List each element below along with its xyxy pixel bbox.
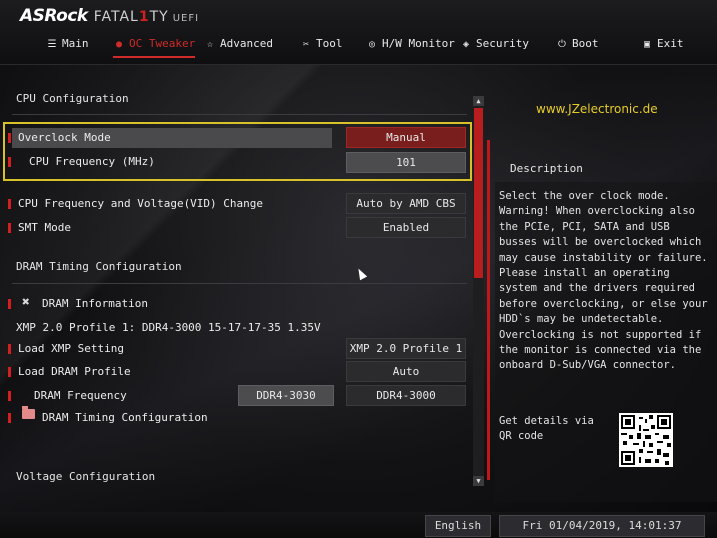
- tab-boot[interactable]: ⏻ Boot: [556, 34, 598, 56]
- exit-icon: ▣: [643, 39, 651, 50]
- smt-mode-select[interactable]: Enabled: [346, 217, 466, 238]
- power-icon: ⏻: [558, 39, 566, 50]
- divider: [12, 283, 467, 284]
- section-voltage-configuration: Voltage Configuration: [16, 470, 156, 483]
- tool-icon: ✂: [302, 39, 310, 50]
- row-marker: [8, 413, 11, 423]
- divider: [12, 114, 467, 115]
- row-marker: [8, 133, 11, 143]
- row-marker: [8, 344, 11, 354]
- section-dram-timing: DRAM Timing Configuration: [16, 260, 182, 273]
- description-title: Description: [510, 162, 583, 175]
- qr-code: [619, 413, 673, 467]
- accent-line: [487, 140, 490, 480]
- xmp-info-row: XMP 2.0 Profile 1: DDR4-3000 15-17-17-35…: [0, 318, 470, 338]
- row-marker: [8, 199, 11, 209]
- section-cpu-configuration: CPU Configuration: [16, 92, 129, 105]
- dram-frequency-label: DRAM Frequency: [34, 389, 127, 402]
- dram-frequency-select[interactable]: DDR4-3000: [346, 385, 466, 406]
- load-xmp-select[interactable]: XMP 2.0 Profile 1: [346, 338, 466, 359]
- list-icon: ☰: [47, 39, 57, 50]
- tab-advanced[interactable]: ☆ Advanced: [204, 34, 273, 56]
- shield-icon: ◈: [462, 39, 470, 50]
- tab-security[interactable]: ◈ Security: [460, 34, 529, 56]
- row-marker: [8, 223, 11, 233]
- qr-hint-text: Get details via QR code: [499, 415, 594, 443]
- tools-icon: ✖: [22, 295, 30, 310]
- load-dram-profile-select[interactable]: Auto: [346, 361, 466, 382]
- cpu-frequency-label: CPU Frequency (MHz): [29, 155, 155, 168]
- watermark: www.JZelectronic.de: [536, 102, 658, 116]
- tab-tool[interactable]: ✂ Tool: [300, 34, 343, 56]
- cpu-freq-vid-label: CPU Frequency and Voltage(VID) Change: [18, 197, 264, 210]
- scroll-thumb[interactable]: [474, 108, 483, 278]
- smt-mode-label: SMT Mode: [18, 221, 71, 234]
- row-marker: [8, 299, 11, 309]
- cpu-freq-vid-select[interactable]: Auto by AMD CBS: [346, 193, 466, 214]
- hw-monitor-icon: ◎: [368, 39, 376, 50]
- row-marker: [8, 391, 11, 401]
- dram-timing-config-label: DRAM Timing Configuration: [42, 411, 208, 424]
- xmp-info-text: XMP 2.0 Profile 1: DDR4-3000 15-17-17-35…: [16, 321, 321, 334]
- row-marker: [8, 157, 11, 167]
- dram-information-row[interactable]: ✖ DRAM Information: [0, 294, 470, 314]
- description-text: Select the over clock mode. Warning! Whe…: [499, 190, 708, 372]
- oc-tweaker-icon: ●: [115, 39, 123, 50]
- top-bar: ASRock FATAL1TY UEFI ☰ Main ● OC Tweaker ☆ Ad…: [0, 0, 717, 65]
- tab-hw-monitor[interactable]: ◎ H/W Monitor: [366, 34, 455, 56]
- datetime-display: Fri 01/04/2019, 14:01:37: [499, 515, 705, 537]
- tab-main[interactable]: ☰ Main: [46, 34, 89, 56]
- scroll-down-icon[interactable]: ▼: [473, 476, 484, 486]
- overclock-mode-select[interactable]: Manual: [346, 127, 466, 148]
- tab-exit[interactable]: ▣ Exit: [641, 34, 684, 56]
- load-xmp-label: Load XMP Setting: [18, 342, 124, 355]
- load-dram-profile-label: Load DRAM Profile: [18, 365, 131, 378]
- overclock-mode-label: Overclock Mode: [18, 131, 111, 144]
- scroll-up-icon[interactable]: ▲: [473, 96, 484, 106]
- row-marker: [8, 367, 11, 377]
- dram-information-label: DRAM Information: [42, 297, 148, 310]
- cpu-frequency-input[interactable]: 101: [346, 152, 466, 173]
- scrollbar[interactable]: ▲ ▼: [473, 96, 484, 486]
- dram-frequency-current: DDR4-3030: [238, 385, 334, 406]
- language-button[interactable]: English: [425, 515, 491, 537]
- brand-logo: ASRock FATAL1TY UEFI: [20, 6, 200, 26]
- dram-timing-config-row[interactable]: DRAM Timing Configuration: [0, 408, 470, 428]
- tab-oc-tweaker[interactable]: ● OC Tweaker: [113, 34, 196, 58]
- folder-icon: [22, 406, 35, 419]
- main-tabs: ☰ Main ● OC Tweaker ☆ Advanced ✂ Tool ◎ H/W M…: [0, 34, 717, 58]
- star-icon: ☆: [206, 39, 214, 50]
